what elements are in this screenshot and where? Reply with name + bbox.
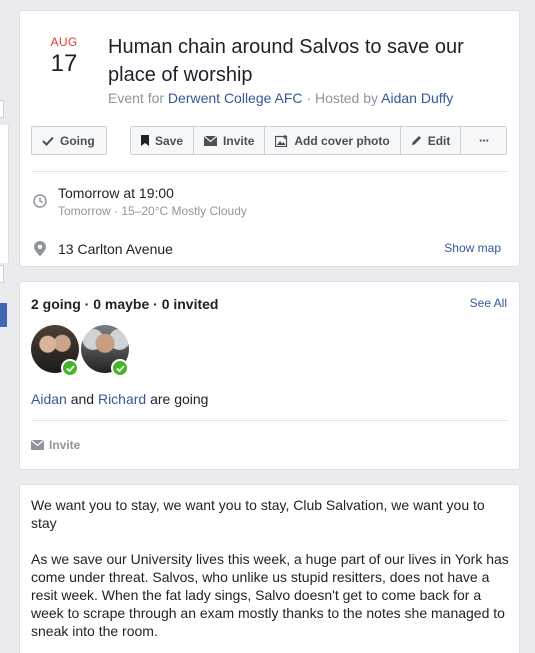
event-address[interactable]: 13 Carlton Avenue: [58, 241, 173, 257]
bookmark-icon: [141, 135, 149, 146]
left-card-edge: [0, 125, 9, 263]
event-header-card: AUG 17 Human chain around Salvos to save…: [19, 10, 520, 267]
guest-list-card: 2 going · 0 maybe · 0 invited See All Ai…: [19, 281, 520, 470]
more-options-button[interactable]: ···: [460, 127, 507, 154]
envelope-icon: [204, 135, 218, 146]
guest-summary[interactable]: 2 going · 0 maybe · 0 invited: [31, 296, 218, 312]
invite-label: Invite: [223, 133, 255, 148]
event-month: AUG: [50, 35, 78, 49]
left-panel-edge: [0, 0, 9, 653]
event-description-card: We want you to stay, we want you to stay…: [19, 484, 520, 653]
going-label: Going: [60, 133, 95, 148]
edit-label: Edit: [427, 133, 451, 148]
add-cover-label: Add cover photo: [294, 133, 390, 148]
divider: [31, 420, 508, 421]
check-icon: [42, 136, 54, 146]
divider: [31, 171, 508, 172]
invite-button[interactable]: Invite: [193, 127, 265, 154]
add-cover-photo-button[interactable]: Add cover photo: [264, 127, 400, 154]
event-date: AUG 17: [44, 35, 84, 78]
guest-link[interactable]: Richard: [98, 391, 146, 407]
photo-icon: [275, 134, 288, 147]
pencil-icon: [411, 136, 421, 145]
see-all-link[interactable]: See All: [470, 296, 507, 310]
edit-button[interactable]: Edit: [399, 127, 461, 154]
event-actions: Save Invite Add cover photo Edit ···: [130, 126, 508, 155]
description-paragraph: We want you to stay, we want you to stay…: [31, 497, 485, 531]
invite-link-label: Invite: [49, 438, 81, 452]
going-check-icon: [111, 359, 129, 377]
guest-link[interactable]: Aidan: [31, 391, 67, 407]
left-tab: [0, 100, 4, 118]
event-time[interactable]: Tomorrow at 19:00: [58, 185, 174, 201]
event-meta: Event for Derwent College AFC · Hosted b…: [108, 90, 453, 106]
save-label: Save: [155, 133, 184, 148]
going-suffix: are going: [146, 391, 209, 407]
and-text: and: [66, 391, 98, 407]
page-link[interactable]: Derwent College AFC: [168, 90, 303, 106]
location-pin-icon: [34, 241, 46, 256]
invite-link[interactable]: Invite: [31, 438, 80, 452]
left-blue-button[interactable]: [0, 303, 7, 327]
going-check-icon: [61, 359, 79, 377]
event-for-label: Event for: [108, 90, 165, 106]
description-paragraph: As we save our University lives this wee…: [31, 551, 509, 639]
event-weather: Tomorrow · 15–20°C Mostly Cloudy: [58, 204, 247, 218]
event-day: 17: [50, 50, 78, 77]
clock-icon: [33, 194, 47, 208]
going-names: Aidan and Richard are going: [31, 391, 208, 407]
event-title: Human chain around Salvos to save our pl…: [108, 36, 464, 86]
going-button[interactable]: Going: [31, 126, 107, 155]
save-button[interactable]: Save: [131, 127, 194, 154]
show-map-link[interactable]: Show map: [444, 241, 501, 255]
more-icon: ···: [478, 133, 490, 148]
left-tab: [0, 265, 4, 283]
envelope-icon: [31, 440, 44, 450]
host-link[interactable]: Aidan Duffy: [381, 90, 453, 106]
event-description: We want you to stay, we want you to stay…: [31, 496, 509, 653]
hosted-by-label: · Hosted by: [302, 90, 382, 106]
